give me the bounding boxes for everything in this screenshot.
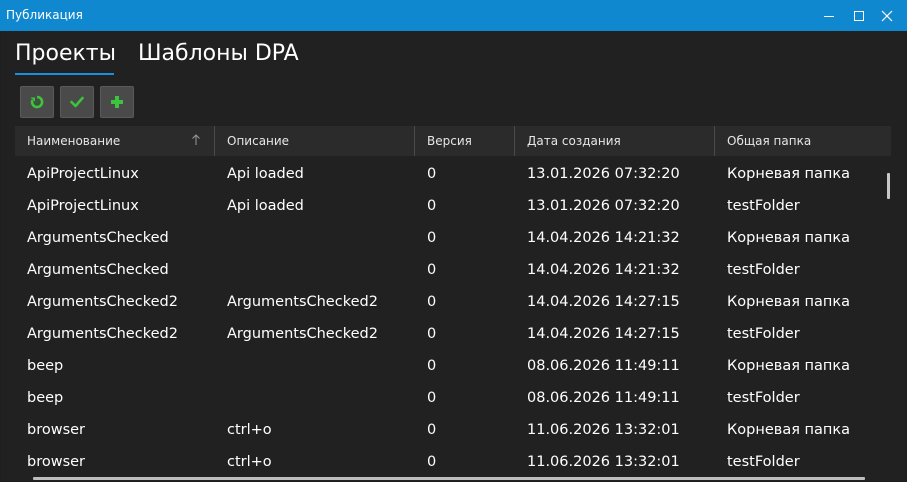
- cell-description: ctrl+o: [227, 422, 272, 438]
- tab-dpa-templates[interactable]: Шаблоны DPA: [138, 41, 299, 66]
- cell-created-date: 11.06.2026 13:32:01: [527, 422, 680, 438]
- cell-description: Api loaded: [227, 166, 304, 182]
- cell-shared-folder: testFolder: [727, 198, 800, 214]
- table-row[interactable]: ArgumentsChecked 0 14.04.2026 14:21:32 test…: [15, 254, 885, 286]
- cell-shared-folder: testFolder: [727, 454, 800, 470]
- cell-shared-folder: Корневая папка: [727, 166, 851, 182]
- cell-name: ArgumentsChecked: [27, 262, 169, 278]
- cell-created-date: 08.06.2026 11:49:11: [527, 358, 680, 374]
- cell-created-date: 14.04.2026 14:21:32: [527, 262, 680, 278]
- cell-version: 0: [427, 198, 437, 214]
- cell-name: browser: [27, 422, 86, 438]
- cell-created-date: 11.06.2026 13:32:01: [527, 454, 680, 470]
- active-tab-indicator: [15, 73, 114, 75]
- cell-description: [227, 350, 417, 382]
- cell-version: 0: [427, 390, 437, 406]
- cell-description: ArgumentsChecked2: [227, 294, 378, 310]
- grid-body: ApiProjectLinux Api loaded 0 13.01.2026 07:…: [15, 158, 885, 478]
- cell-description: [227, 382, 417, 414]
- window-titlebar[interactable]: Публикация: [0, 0, 907, 31]
- cell-name: ArgumentsChecked: [27, 230, 169, 246]
- minimize-icon: [824, 15, 834, 17]
- cell-description: Api loaded: [227, 198, 304, 214]
- add-button[interactable]: [100, 86, 134, 118]
- cell-name: ArgumentsChecked2: [27, 326, 178, 342]
- vertical-scrollbar[interactable]: [887, 173, 890, 199]
- plus-icon: [111, 96, 123, 108]
- table-row[interactable]: beep 0 08.06.2026 11:49:11 testFolder: [15, 382, 885, 414]
- table-row[interactable]: ArgumentsChecked2 ArgumentsChecked2 0 14.04…: [15, 318, 885, 350]
- cell-name: beep: [27, 358, 64, 374]
- column-header-shared-folder[interactable]: Общая папка: [715, 126, 891, 156]
- cell-version: 0: [427, 294, 437, 310]
- cell-created-date: 14.04.2026 14:27:15: [527, 326, 680, 342]
- refresh-icon: [30, 95, 44, 109]
- window-title: Публикация: [6, 8, 83, 22]
- table-row[interactable]: browser ctrl+o 0 11.06.2026 13:32:01 testFol…: [15, 446, 885, 478]
- column-header-description[interactable]: Описание: [215, 126, 415, 156]
- table-row[interactable]: ApiProjectLinux Api loaded 0 13.01.2026 07:…: [15, 158, 885, 190]
- table-row[interactable]: beep 0 08.06.2026 11:49:11 Корневая папка: [15, 350, 885, 382]
- cell-created-date: 13.01.2026 07:32:20: [527, 198, 680, 214]
- cell-shared-folder: Корневая папка: [727, 230, 851, 246]
- cell-version: 0: [427, 326, 437, 342]
- cell-name: ApiProjectLinux: [27, 166, 139, 182]
- cell-name: browser: [27, 454, 86, 470]
- refresh-button[interactable]: [20, 86, 54, 118]
- table-row[interactable]: ApiProjectLinux Api loaded 0 13.01.2026 07:…: [15, 190, 885, 222]
- close-button[interactable]: [872, 0, 902, 31]
- cell-version: 0: [427, 454, 437, 470]
- cell-version: 0: [427, 262, 437, 278]
- cell-version: 0: [427, 230, 437, 246]
- cell-created-date: 14.04.2026 14:21:32: [527, 230, 680, 246]
- maximize-button[interactable]: [844, 0, 874, 31]
- column-header-created-date[interactable]: Дата создания: [515, 126, 715, 156]
- minimize-button[interactable]: [814, 0, 844, 31]
- grid-header: Наименование Описание Версия Дата создан…: [15, 126, 891, 156]
- cell-version: 0: [427, 358, 437, 374]
- cell-shared-folder: Корневая папка: [727, 358, 851, 374]
- cell-shared-folder: Корневая папка: [727, 422, 851, 438]
- cell-name: ArgumentsChecked2: [27, 294, 178, 310]
- sort-ascending-icon: [192, 134, 200, 145]
- cell-shared-folder: testFolder: [727, 262, 800, 278]
- column-header-name[interactable]: Наименование: [15, 126, 215, 156]
- confirm-button[interactable]: [60, 86, 94, 118]
- table-row[interactable]: ArgumentsChecked2 ArgumentsChecked2 0 14.04…: [15, 286, 885, 318]
- cell-name: beep: [27, 390, 64, 406]
- checkmark-icon: [70, 96, 84, 108]
- maximize-icon: [854, 10, 864, 21]
- column-header-version[interactable]: Версия: [415, 126, 515, 156]
- cell-description: ArgumentsChecked2: [227, 326, 378, 342]
- cell-created-date: 13.01.2026 07:32:20: [527, 166, 680, 182]
- table-row[interactable]: ArgumentsChecked 0 14.04.2026 14:21:32 Корн…: [15, 222, 885, 254]
- window-body: Проекты Шаблоны DPA Наименование Описани…: [1, 31, 906, 481]
- cell-description: [227, 222, 417, 254]
- cell-shared-folder: testFolder: [727, 390, 800, 406]
- cell-description: [227, 254, 417, 286]
- cell-version: 0: [427, 166, 437, 182]
- close-icon: [881, 10, 893, 21]
- cell-created-date: 08.06.2026 11:49:11: [527, 390, 680, 406]
- cell-version: 0: [427, 422, 437, 438]
- cell-shared-folder: testFolder: [727, 326, 800, 342]
- table-row[interactable]: browser ctrl+o 0 11.06.2026 13:32:01 Корнева…: [15, 414, 885, 446]
- tab-projects[interactable]: Проекты: [15, 41, 116, 66]
- cell-shared-folder: Корневая папка: [727, 294, 851, 310]
- horizontal-scrollbar[interactable]: [33, 477, 865, 480]
- cell-description: ctrl+o: [227, 454, 272, 470]
- cell-created-date: 14.04.2026 14:27:15: [527, 294, 680, 310]
- cell-name: ApiProjectLinux: [27, 198, 139, 214]
